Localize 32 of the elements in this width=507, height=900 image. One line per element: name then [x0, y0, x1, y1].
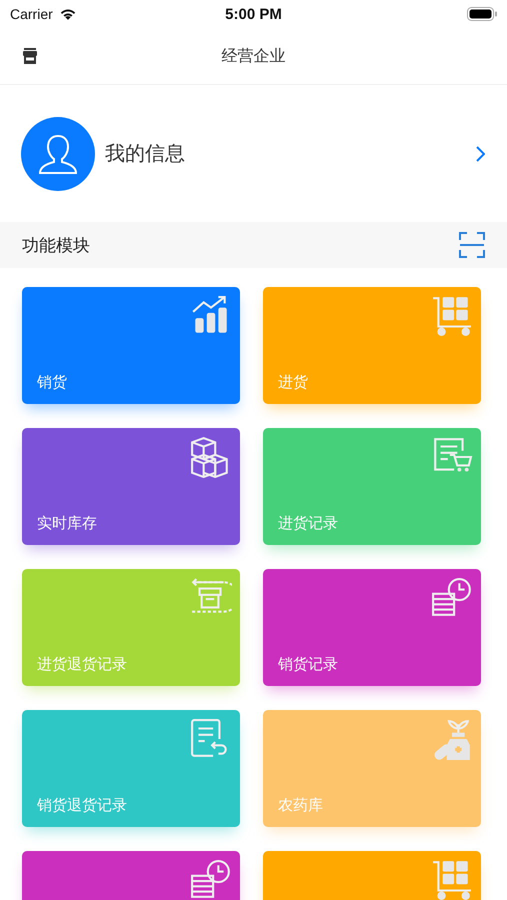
section-title: 功能模块	[22, 234, 90, 256]
module-label: 农药库	[278, 796, 323, 815]
module-tile[interactable]: 销货记录	[263, 569, 481, 686]
scan-icon[interactable]	[459, 232, 485, 258]
coins-clock-icon	[190, 859, 232, 900]
module-label: 实时库存	[37, 514, 97, 533]
module-tile[interactable]: 进货	[263, 287, 481, 404]
battery-icon	[466, 7, 497, 21]
module-label: 进货退货记录	[37, 655, 127, 674]
module-tile[interactable]: 实时库存	[22, 428, 240, 545]
cart-icon	[431, 295, 473, 337]
store-icon[interactable]	[23, 48, 37, 64]
wifi-icon	[58, 7, 77, 21]
module-label: 销货记录	[278, 655, 338, 674]
page-title: 经营企业	[222, 46, 286, 66]
module-tile[interactable]: 进货记录	[263, 428, 481, 545]
carrier-name: Carrier	[10, 6, 53, 22]
module-label: 进货	[278, 373, 308, 392]
coins-clock-icon	[431, 577, 473, 619]
module-label: 销货退货记录	[37, 796, 127, 815]
clock-time: 5:00 PM	[225, 6, 282, 22]
cart-icon	[431, 859, 473, 900]
avatar-icon	[21, 116, 95, 190]
module-tile[interactable]: 进货退货记录	[22, 569, 240, 686]
module-tile[interactable]: 销货	[22, 287, 240, 404]
module-label: 销货	[37, 373, 67, 392]
module-label: 进货记录	[278, 514, 338, 533]
module-tile[interactable]: 农药库	[263, 710, 481, 827]
module-tile[interactable]: 销货退货记录	[22, 710, 240, 827]
profile-row[interactable]: 我的信息	[0, 85, 507, 222]
profile-label: 我的信息	[105, 140, 186, 167]
chevron-right-icon	[475, 146, 485, 162]
